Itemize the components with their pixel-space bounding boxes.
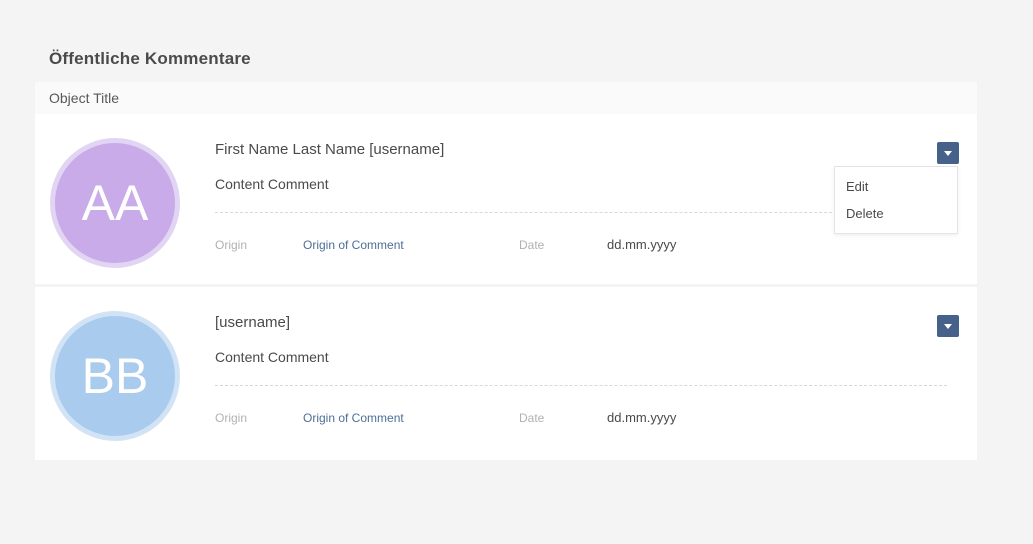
origin-of-comment-link[interactable]: Origin of Comment bbox=[303, 238, 404, 252]
comment-content: Content Comment bbox=[215, 349, 329, 365]
comment-actions-menu: Edit Delete bbox=[834, 166, 958, 234]
comments-panel: Object Title AA First Name Last Name [us… bbox=[35, 82, 977, 460]
comment-actions-dropdown-button[interactable] bbox=[937, 142, 959, 164]
dashed-divider bbox=[215, 385, 947, 386]
date-label: Date bbox=[519, 238, 544, 252]
page-title: Öffentliche Kommentare bbox=[49, 49, 251, 69]
object-title-bar: Object Title bbox=[35, 82, 977, 114]
avatar: BB bbox=[50, 311, 180, 441]
date-value: dd.mm.yyyy bbox=[607, 237, 676, 252]
comment-content: Content Comment bbox=[215, 176, 329, 192]
avatar-initials: AA bbox=[82, 178, 149, 228]
menu-item-delete[interactable]: Delete bbox=[835, 200, 957, 227]
origin-label: Origin bbox=[215, 411, 247, 425]
comment-card: AA First Name Last Name [username] Conte… bbox=[35, 114, 977, 284]
origin-label: Origin bbox=[215, 238, 247, 252]
comment-author: First Name Last Name [username] bbox=[215, 141, 444, 159]
comment-card: BB [username] Content Comment Origin Ori… bbox=[35, 287, 977, 460]
date-label: Date bbox=[519, 411, 544, 425]
caret-down-icon bbox=[944, 151, 952, 156]
avatar: AA bbox=[50, 138, 180, 268]
caret-down-icon bbox=[944, 324, 952, 329]
comment-actions-dropdown-button[interactable] bbox=[937, 315, 959, 337]
menu-item-edit[interactable]: Edit bbox=[835, 173, 957, 200]
object-title-label: Object Title bbox=[49, 90, 119, 106]
date-value: dd.mm.yyyy bbox=[607, 410, 676, 425]
comment-author: [username] bbox=[215, 314, 290, 332]
avatar-initials: BB bbox=[82, 351, 149, 401]
origin-of-comment-link[interactable]: Origin of Comment bbox=[303, 411, 404, 425]
